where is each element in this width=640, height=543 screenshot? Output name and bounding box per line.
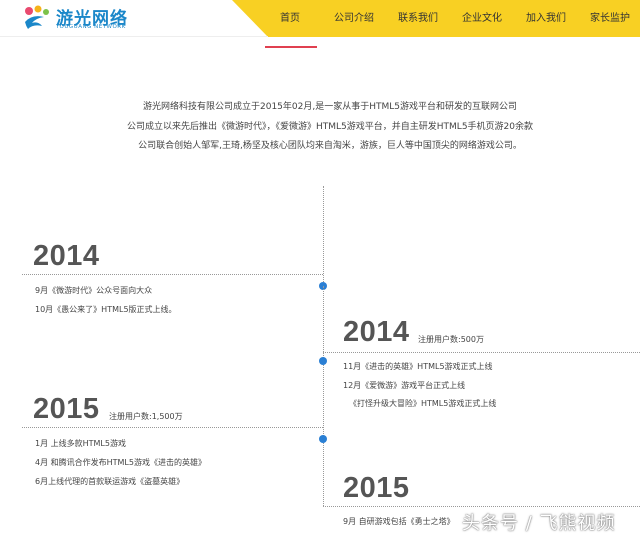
nav-item-careers[interactable]: 加入我们 xyxy=(513,0,579,37)
timeline-event: 9月《微游时代》公众号面向大众 xyxy=(35,286,153,295)
company-logo[interactable]: 游光网络 YOUGUANG NETWORK xyxy=(22,3,132,35)
timeline-event: 9月 自研游戏包括《勇士之塔》 xyxy=(343,517,455,526)
timeline-year: 2015 xyxy=(33,393,100,425)
nav-item-home[interactable]: 首页 xyxy=(257,0,323,37)
nav-item-culture[interactable]: 企业文化 xyxy=(449,0,515,37)
intro-line: 游光网络科技有限公司成立于2015年02月,是一家从事于HTML5游戏平台和研发… xyxy=(143,102,517,112)
timeline-event: 12月《爱微游》游戏平台正式上线 xyxy=(343,381,466,390)
timeline-divider xyxy=(323,506,640,507)
header: 游光网络 YOUGUANG NETWORK 首页 公司介绍 联系我们 企业文化 … xyxy=(0,0,640,37)
timeline-event: 11月《进击的英雄》HTML5游戏正式上线 xyxy=(343,362,493,371)
timeline-connector xyxy=(323,286,324,352)
logo-mark-icon xyxy=(25,5,49,29)
timeline-year: 2015 xyxy=(343,472,410,504)
nav-item-contact[interactable]: 联系我们 xyxy=(385,0,451,37)
intro-line: 公司成立以来先后推出《微游时代》，《爱微游》HTML5游戏平台，并自主研发HTM… xyxy=(127,121,533,132)
timeline-dot xyxy=(319,357,327,365)
registered-users: 注册用户数:1,500万 xyxy=(109,412,183,421)
timeline-connector xyxy=(22,186,323,275)
timeline-event: 1月 上线多款HTML5游戏 xyxy=(35,439,126,448)
timeline-year: 2014 xyxy=(343,316,410,348)
timeline-dot xyxy=(319,435,327,443)
logo-subtitle: YOUGUANG NETWORK xyxy=(56,24,126,30)
company-intro: 游光网络科技有限公司成立于2015年02月,是一家从事于HTML5游戏平台和研发… xyxy=(0,98,640,157)
nav-active-indicator xyxy=(265,46,317,48)
watermark: 头条号 / 飞熊视频 xyxy=(462,513,616,534)
timeline-event: 10月《愚公来了》HTML5版正式上线。 xyxy=(35,305,177,314)
timeline-divider xyxy=(22,427,323,428)
registered-users: 注册用户数:500万 xyxy=(418,335,484,344)
intro-line: 公司联合创始人邹军,王琦,杨坚及核心团队均来自淘米，游族，巨人等中国顶尖的网络游… xyxy=(138,141,522,151)
timeline-event: 6月上线代理的首款联运游戏《盗墓英雄》 xyxy=(35,477,185,486)
timeline-event: 4月 和腾讯合作发布HTML5游戏《进击的英雄》 xyxy=(35,458,206,467)
nav-item-parental-guardian[interactable]: 家长监护 xyxy=(577,0,640,37)
nav-item-about[interactable]: 公司介绍 xyxy=(321,0,387,37)
timeline-divider xyxy=(323,352,640,353)
timeline-event: 《打怪升级大冒险》HTML5游戏正式上线 xyxy=(349,399,497,408)
